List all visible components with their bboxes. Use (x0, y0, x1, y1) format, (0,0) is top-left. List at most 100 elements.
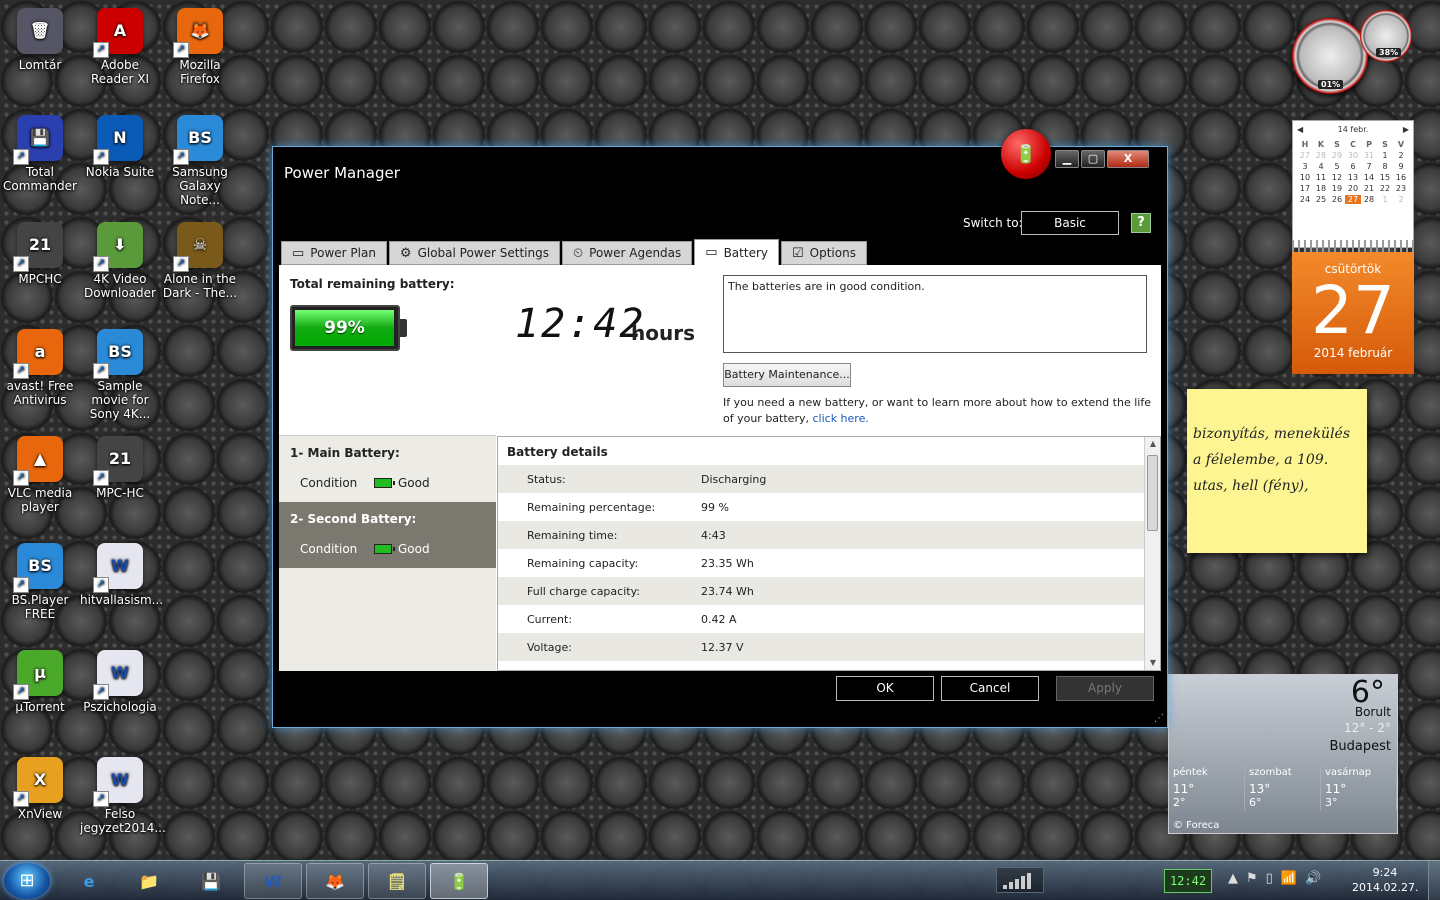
close-button[interactable]: X (1107, 150, 1149, 168)
calendar-day[interactable]: 10 (1297, 173, 1313, 182)
tab-options[interactable]: ☑ Options (781, 241, 867, 265)
ok-button[interactable]: OK (836, 676, 934, 701)
desktop-icon[interactable]: BSBS.Player FREE (0, 543, 80, 621)
desktop-icon[interactable]: ☠Alone in the Dark - The... (160, 222, 240, 300)
tray-icon[interactable]: ▲ (1228, 871, 1238, 886)
scroll-up-icon[interactable]: ▲ (1145, 437, 1160, 451)
battery-maintenance-button[interactable]: Battery Maintenance... (723, 363, 851, 387)
desktop-icon[interactable]: 💾Total Commander (0, 115, 80, 193)
apply-button[interactable]: Apply (1056, 676, 1154, 701)
calendar-day[interactable]: 2 (1393, 195, 1409, 204)
cancel-button[interactable]: Cancel (941, 676, 1039, 701)
weather-gadget[interactable]: 6° Borult 12° - 2° Budapest péntek 11° 2° s… (1168, 674, 1398, 834)
tray-icon[interactable]: 📶 (1281, 871, 1297, 886)
calendar-day[interactable]: 18 (1313, 184, 1329, 193)
minimize-button[interactable]: ▁ (1055, 150, 1079, 168)
calendar-day[interactable]: 21 (1361, 184, 1377, 193)
tab-power-agendas[interactable]: ⏲ Power Agendas (562, 241, 693, 265)
details-scrollbar[interactable]: ▲ ▼ (1144, 437, 1160, 670)
calendar-day[interactable]: 25 (1313, 195, 1329, 204)
desktop-icon[interactable]: 21MPCHC (0, 222, 80, 286)
desktop-icon[interactable]: WFelso jegyzet2014... (80, 757, 166, 835)
calendar-day[interactable]: 14 (1361, 173, 1377, 182)
desktop-icon[interactable]: XXnView (0, 757, 80, 821)
battery-info-link[interactable]: click here. (812, 412, 868, 425)
calendar-day[interactable]: 4 (1313, 162, 1329, 171)
desktop-icon[interactable]: aavast! Free Antivirus (0, 329, 80, 407)
calendar-day[interactable]: 19 (1329, 184, 1345, 193)
calendar-next-icon[interactable]: ▶ (1403, 125, 1409, 134)
signal-strength-icon[interactable] (996, 867, 1044, 893)
calendar-day[interactable]: 3 (1297, 162, 1313, 171)
desktop-icon[interactable]: 🗑 Lomtár (0, 8, 80, 72)
calendar-day[interactable]: 28 (1313, 151, 1329, 160)
calendar-prev-icon[interactable]: ◀ (1297, 125, 1303, 134)
calendar-day[interactable]: 24 (1297, 195, 1313, 204)
calendar-day[interactable]: 27 (1297, 151, 1313, 160)
taskbar-sticky-notes-button[interactable]: 🗒 (368, 863, 426, 899)
taskbar-explorer-button[interactable]: 📁 (120, 863, 178, 899)
calendar-day[interactable]: 11 (1313, 173, 1329, 182)
taskbar-power-manager-button[interactable]: 🔋 (430, 863, 488, 899)
desktop-icon[interactable]: ⬇4K Video Downloader (80, 222, 160, 300)
desktop-icon[interactable]: 21MPC-HC (80, 436, 160, 500)
tab-power-plan[interactable]: ▭ Power Plan (281, 241, 387, 265)
help-icon[interactable]: ? (1131, 213, 1151, 233)
tab-global-power-settings[interactable]: ⚙ Global Power Settings (388, 241, 560, 265)
tab-battery[interactable]: ▭ Battery (694, 239, 779, 265)
calendar-day[interactable]: 23 (1393, 184, 1409, 193)
calendar-day[interactable]: 29 (1329, 151, 1345, 160)
calendar-day[interactable]: 13 (1345, 173, 1361, 182)
calendar-day[interactable]: 2 (1393, 151, 1409, 160)
desktop-icon[interactable]: BSSamsung Galaxy Note... (160, 115, 240, 207)
start-button[interactable]: ⊞ (4, 863, 50, 899)
calendar-day[interactable]: 5 (1329, 162, 1345, 171)
cpu-meter-gadget[interactable]: 01% (1292, 18, 1368, 94)
calendar-day[interactable]: 28 (1361, 195, 1377, 204)
calendar-gadget[interactable]: ◀ 14 febr. ▶ H K S C P S V 27 28 29 30 31 1 2 3 4 5 6 7 8 9 1… (1292, 120, 1414, 248)
desktop-icon[interactable]: WPszichologia (80, 650, 160, 714)
calendar-day-card[interactable]: csütörtök 27 2014 február (1292, 252, 1414, 374)
battery-list-item[interactable]: 1- Main Battery: Condition Good (279, 436, 496, 502)
tray-battery-time[interactable]: 12:42 (1164, 869, 1212, 893)
resize-grip-icon[interactable]: ⋰ (1154, 713, 1164, 724)
tray-icon[interactable]: 🔊 (1305, 871, 1321, 886)
taskbar-word-button[interactable]: W (244, 863, 302, 899)
calendar-day[interactable]: 12 (1329, 173, 1345, 182)
calendar-day[interactable]: 16 (1393, 173, 1409, 182)
scroll-thumb[interactable] (1147, 455, 1158, 531)
taskbar-internet-explorer-button[interactable]: e (60, 863, 118, 899)
taskbar-total-commander-button[interactable]: 💾 (182, 863, 240, 899)
sticky-note[interactable]: bizonyítás, menekülés a félelembe, a 109… (1187, 389, 1367, 553)
switch-to-basic-button[interactable]: Basic (1021, 211, 1119, 235)
calendar-day[interactable]: 9 (1393, 162, 1409, 171)
calendar-day[interactable]: 20 (1345, 184, 1361, 193)
tray-icon[interactable]: ⚑ (1246, 871, 1258, 886)
show-desktop-button[interactable] (1428, 861, 1440, 900)
clock[interactable]: 9:24 2014.02.27. (1352, 865, 1418, 895)
calendar-day[interactable]: 26 (1329, 195, 1345, 204)
calendar-day[interactable]: 30 (1345, 151, 1361, 160)
calendar-day[interactable]: 7 (1361, 162, 1377, 171)
desktop-icon[interactable]: BSSample movie for Sony 4K... (80, 329, 160, 421)
scroll-down-icon[interactable]: ▼ (1145, 656, 1160, 670)
calendar-day[interactable]: 8 (1377, 162, 1393, 171)
calendar-today[interactable]: 27 (1345, 195, 1361, 204)
desktop-icon[interactable]: 🦊Mozilla Firefox (160, 8, 240, 86)
taskbar-firefox-button[interactable]: 🦊 (306, 863, 364, 899)
tray-icon[interactable]: ▯ (1266, 871, 1273, 886)
desktop-icon[interactable]: NNokia Suite (80, 115, 160, 179)
desktop-icon[interactable]: µµTorrent (0, 650, 80, 714)
calendar-day[interactable]: 6 (1345, 162, 1361, 171)
desktop-icon[interactable]: Whitvallasism... (80, 543, 163, 607)
maximize-button[interactable]: ▢ (1081, 150, 1105, 168)
battery-list-item[interactable]: 2- Second Battery: Condition Good (279, 502, 496, 568)
calendar-day[interactable]: 31 (1361, 151, 1377, 160)
calendar-day[interactable]: 17 (1297, 184, 1313, 193)
calendar-day[interactable]: 1 (1377, 151, 1393, 160)
calendar-day[interactable]: 1 (1377, 195, 1393, 204)
memory-meter-gadget[interactable]: 38% (1360, 10, 1412, 62)
calendar-day[interactable]: 22 (1377, 184, 1393, 193)
calendar-day[interactable]: 15 (1377, 173, 1393, 182)
desktop-icon[interactable]: ▲VLC media player (0, 436, 80, 514)
